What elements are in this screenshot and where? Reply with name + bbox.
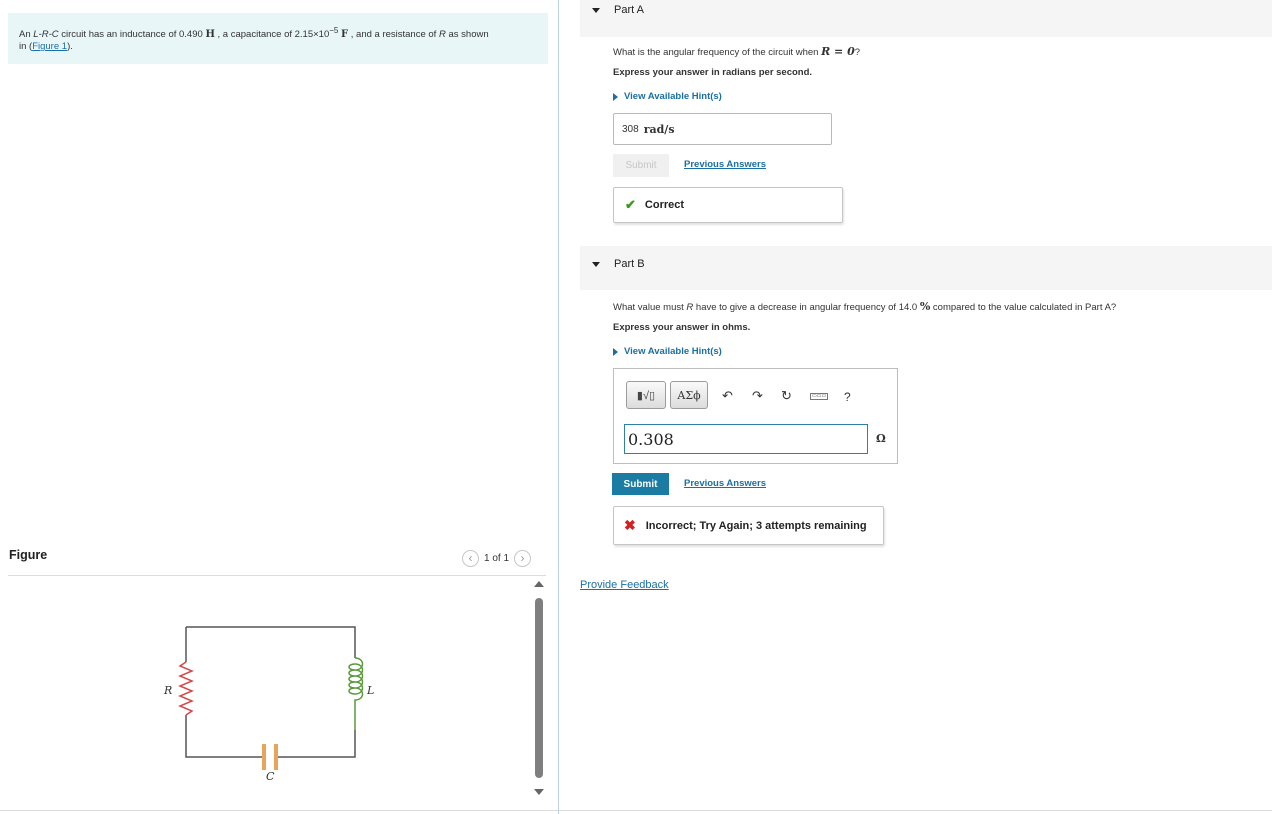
figure-pager: ‹ 1 of 1 › xyxy=(462,549,532,567)
label-r: R xyxy=(163,684,172,697)
part-b-hint-toggle[interactable]: View Available Hint(s) xyxy=(613,346,722,357)
label-l: L xyxy=(366,684,374,697)
keyboard-icon[interactable]: ▭▭▭ xyxy=(810,393,829,400)
greek-symbols-button[interactable]: ΑΣϕ xyxy=(670,381,708,409)
problem-text: An L-R-C circuit has an inductance of 0.… xyxy=(19,26,489,53)
bottom-divider xyxy=(0,810,1272,811)
checkmark-icon: ✔ xyxy=(625,197,636,212)
part-a-hint-toggle[interactable]: View Available Hint(s) xyxy=(613,91,722,102)
circuit-diagram: R L C xyxy=(163,626,374,783)
inductor-symbol xyxy=(348,657,364,730)
figure-link[interactable]: Figure 1 xyxy=(32,41,67,52)
part-a-label: Part A xyxy=(614,4,644,16)
collapse-triangle-icon xyxy=(592,8,600,13)
part-b-question: What value must R have to give a decreas… xyxy=(613,300,1117,313)
panel-divider xyxy=(558,0,559,814)
scroll-down-arrow-icon[interactable] xyxy=(534,789,544,795)
part-b-submit-button[interactable]: Submit xyxy=(612,473,669,495)
help-icon[interactable]: ? xyxy=(844,391,851,403)
prev-figure-button[interactable]: ‹ xyxy=(462,549,479,567)
part-a-header[interactable]: Part A xyxy=(580,0,1272,37)
resistor-symbol xyxy=(178,661,194,716)
part-a-instruction: Express your answer in radians per secon… xyxy=(613,67,813,78)
chevron-right-icon: › xyxy=(520,551,525,565)
expand-triangle-icon xyxy=(613,92,618,101)
reset-icon[interactable]: ↻ xyxy=(781,389,792,402)
redo-icon[interactable]: ↷ xyxy=(752,389,763,402)
next-figure-button[interactable]: › xyxy=(514,549,532,567)
part-a-previous-answers-link[interactable]: Previous Answers xyxy=(684,159,766,170)
label-c: C xyxy=(266,770,275,783)
incorrect-x-icon: ✖ xyxy=(624,517,636,533)
figure-divider xyxy=(8,575,546,576)
problem-statement: An L-R-C circuit has an inductance of 0.… xyxy=(8,13,548,64)
part-a-question: What is the angular frequency of the cir… xyxy=(613,45,861,58)
answer-unit-ohm: Ω xyxy=(876,432,886,445)
part-b-answer-input[interactable]: 0.308 xyxy=(624,424,868,454)
greek-icon: ΑΣϕ xyxy=(677,388,701,402)
part-a-answer-display: 308 rad/s xyxy=(613,113,832,145)
figure-scrollbar-thumb[interactable] xyxy=(535,598,543,778)
part-b-label: Part B xyxy=(614,258,645,270)
collapse-triangle-icon xyxy=(592,262,600,267)
figure-page-count: 1 of 1 xyxy=(484,552,510,564)
math-answer-editor: ▮√▯ ΑΣϕ ↶ ↷ ↻ ▭▭▭ ? 0.308 Ω xyxy=(613,368,898,464)
undo-icon[interactable]: ↶ xyxy=(722,389,733,402)
part-b-previous-answers-link[interactable]: Previous Answers xyxy=(684,478,766,489)
templates-button[interactable]: ▮√▯ xyxy=(626,381,666,409)
scroll-up-arrow-icon[interactable] xyxy=(534,581,544,587)
part-b-feedback: ✖ Incorrect; Try Again; 3 attempts remai… xyxy=(613,506,884,545)
provide-feedback-link[interactable]: Provide Feedback xyxy=(580,579,669,591)
templates-icon: ▮√▯ xyxy=(636,389,656,402)
capacitor-symbol xyxy=(262,744,278,770)
figure-title: Figure xyxy=(9,548,48,562)
part-a-feedback: ✔ Correct xyxy=(613,187,843,223)
chevron-left-icon: ‹ xyxy=(468,551,473,565)
part-b-instruction: Express your answer in ohms. xyxy=(613,322,751,333)
expand-triangle-icon xyxy=(613,347,618,356)
part-a-submit-button[interactable]: Submit xyxy=(613,154,669,177)
part-b-header[interactable]: Part B xyxy=(580,246,1272,290)
